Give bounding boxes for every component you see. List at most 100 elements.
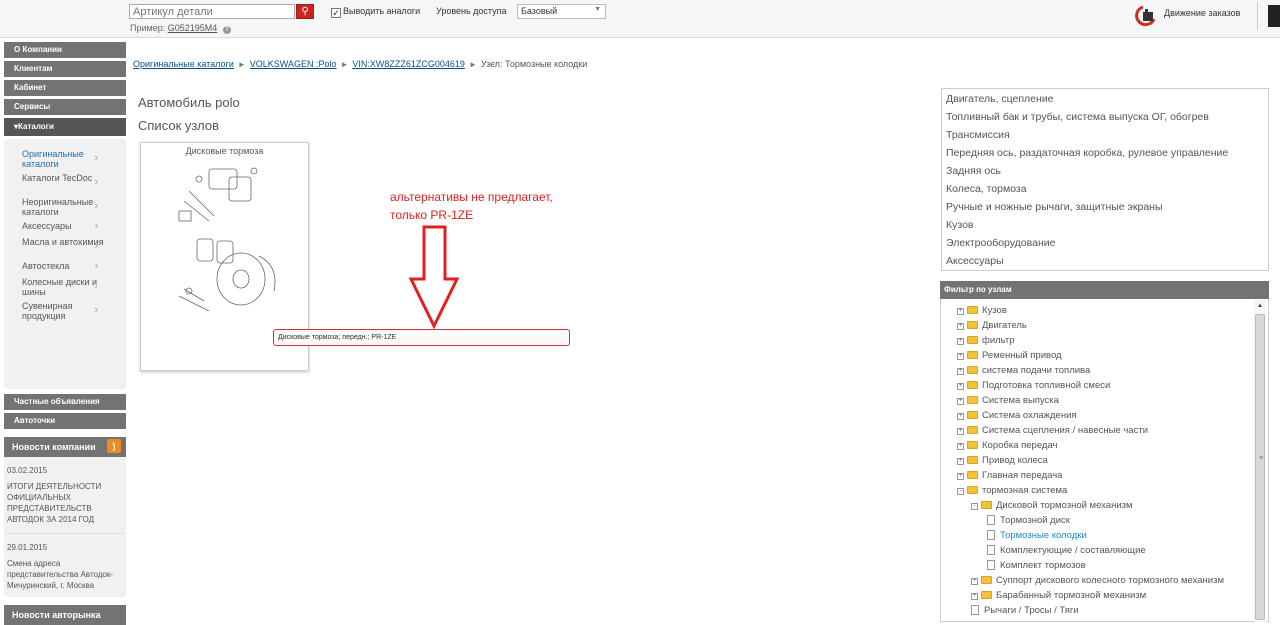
menu-item-catalogs[interactable]: ▾Каталоги xyxy=(4,118,126,136)
expand-icon[interactable]: + xyxy=(957,398,964,405)
tree-item-label: Кузов xyxy=(982,305,1007,316)
chevron-right-icon: › xyxy=(94,200,98,212)
access-level-select[interactable]: Базовый ▼ xyxy=(517,4,606,19)
tree-folder-item[interactable]: - тормозная система xyxy=(941,483,1268,498)
tree-folder-item[interactable]: + фильтр xyxy=(941,333,1268,348)
tree-leaf-item[interactable]: Комплектующие / составляющие xyxy=(941,543,1268,558)
menu-item-clients[interactable]: Клиентам xyxy=(4,61,126,77)
brake-diagram-image[interactable] xyxy=(169,161,289,311)
sub-item-wheels[interactable]: Колесные диски и шины › xyxy=(4,277,126,301)
tree-leaf-item[interactable]: Комплект тормозов xyxy=(941,558,1268,573)
group-item[interactable]: Электрооборудование xyxy=(946,234,1264,252)
expand-icon[interactable]: + xyxy=(957,308,964,315)
menu-item-autopoints[interactable]: Автоточки xyxy=(4,413,126,429)
expand-icon[interactable]: + xyxy=(957,428,964,435)
folder-icon xyxy=(967,486,978,494)
tree-folder-item[interactable]: + система подачи топлива xyxy=(941,363,1268,378)
group-item[interactable]: Задняя ось xyxy=(946,162,1264,180)
scroll-up-icon[interactable]: ▲ xyxy=(1254,300,1266,312)
chevron-right-icon: › xyxy=(94,220,98,232)
expand-icon[interactable]: + xyxy=(957,458,964,465)
breadcrumb-original-catalogs[interactable]: Оригинальные каталоги xyxy=(133,59,234,69)
folder-icon xyxy=(967,411,978,419)
breadcrumb-model[interactable]: VOLKSWAGEN :Polo xyxy=(250,59,337,69)
cart-icon[interactable] xyxy=(1268,5,1280,27)
rss-icon[interactable]: ) xyxy=(107,439,121,453)
tree-folder-item[interactable]: + Двигатель xyxy=(941,318,1268,333)
tree-item-label: Тормозные колодки xyxy=(1000,530,1087,541)
tree-folder-item[interactable]: + Барабанный тормозной механизм xyxy=(941,588,1268,603)
expand-icon[interactable]: + xyxy=(957,383,964,390)
search-button[interactable]: ⚲ xyxy=(296,4,314,19)
expand-icon[interactable]: + xyxy=(957,353,964,360)
tree-folder-item[interactable]: + Система сцепления / навесные части xyxy=(941,423,1268,438)
sub-item-tecdoc[interactable]: Каталоги TecDoc › xyxy=(4,173,126,197)
folder-icon xyxy=(981,591,992,599)
group-item[interactable]: Двигатель, сцепление xyxy=(946,90,1264,108)
news-link[interactable]: Смена адреса представительства Автодок-М… xyxy=(7,558,124,591)
access-level-value: Базовый xyxy=(521,6,558,16)
checkbox-icon[interactable]: ✓ xyxy=(331,8,341,18)
sub-item-souvenirs[interactable]: Сувенирная продукция › xyxy=(4,301,126,325)
collapse-icon[interactable]: - xyxy=(971,503,978,510)
expand-icon[interactable]: + xyxy=(971,593,978,600)
example-link[interactable]: G052195M4 xyxy=(168,23,218,33)
sub-item-accessories[interactable]: Аксессуары › xyxy=(4,221,126,237)
help-icon[interactable]: ? xyxy=(222,26,231,34)
show-analogs-checkbox[interactable]: ✓ Выводить аналоги xyxy=(331,6,420,18)
annotation-line: только PR-1ZE xyxy=(390,208,474,222)
menu-item-about[interactable]: О Компании xyxy=(4,42,126,58)
menu-item-cabinet[interactable]: Кабинет xyxy=(4,80,126,96)
tree-leaf-item[interactable]: Рычаги / Тросы / Тяги xyxy=(941,603,1268,618)
document-icon xyxy=(987,545,995,555)
node-filter-tree: + Кузов + Двигатель + фильтр + Ременный привод +… xyxy=(940,299,1269,622)
expand-icon[interactable]: + xyxy=(957,338,964,345)
tree-folder-item[interactable]: + Система охлаждения xyxy=(941,408,1268,423)
group-item[interactable]: Трансмиссия xyxy=(946,126,1264,144)
menu-item-services[interactable]: Сервисы xyxy=(4,99,126,115)
sub-item-glass[interactable]: Автостекла › xyxy=(4,261,126,277)
tree-folder-item[interactable]: + Система выпуска xyxy=(941,393,1268,408)
tree-folder-item[interactable]: + Главная передача xyxy=(941,468,1268,483)
expand-icon[interactable]: + xyxy=(957,368,964,375)
left-sidebar: О Компании Клиентам Кабинет Сервисы ▾Кат… xyxy=(4,42,126,625)
tree-folder-item[interactable]: + Привод колеса xyxy=(941,453,1268,468)
orders-icon[interactable] xyxy=(1133,4,1157,28)
expand-icon[interactable]: + xyxy=(957,413,964,420)
tree-leaf-item[interactable]: Тормозной диск xyxy=(941,513,1268,528)
tree-folder-item[interactable]: + Суппорт дискового колесного тормозного … xyxy=(941,573,1268,588)
menu-item-private-ads[interactable]: Частные объявления xyxy=(4,394,126,410)
expand-icon[interactable]: + xyxy=(957,473,964,480)
tree-leaf-item[interactable]: Тормозные колодки xyxy=(941,528,1268,543)
group-item[interactable]: Колеса, тормоза xyxy=(946,180,1264,198)
breadcrumb-vin[interactable]: VIN:XW8ZZZ61ZCG004619 xyxy=(352,59,465,69)
sub-item-nonoriginal-catalogs[interactable]: Неоригинальные каталоги › xyxy=(4,197,126,221)
group-item[interactable]: Аксессуары xyxy=(946,252,1264,270)
collapse-icon[interactable]: - xyxy=(957,488,964,495)
expand-icon[interactable]: + xyxy=(957,323,964,330)
tree-item-label: фильтр xyxy=(982,335,1015,346)
divider xyxy=(1257,2,1258,30)
tree-folder-item[interactable]: + Кузов xyxy=(941,303,1268,318)
expand-icon[interactable]: + xyxy=(957,443,964,450)
sub-item-oils[interactable]: Масла и автохимия › xyxy=(4,237,126,261)
menu-item-label: Автоточки xyxy=(14,416,56,425)
group-item[interactable]: Топливный бак и трубы, система выпуска О… xyxy=(946,108,1264,126)
sub-item-label: Сувенирная продукция xyxy=(22,301,73,321)
orders-movement-link[interactable]: Движение заказов xyxy=(1164,8,1240,18)
market-news-header: Новости авторынка xyxy=(4,605,126,625)
group-item[interactable]: Кузов xyxy=(946,216,1264,234)
tree-folder-item[interactable]: + Ременный привод xyxy=(941,348,1268,363)
expand-icon[interactable]: + xyxy=(971,578,978,585)
group-item[interactable]: Ручные и ножные рычаги, защитные экраны xyxy=(946,198,1264,216)
sub-item-original-catalogs[interactable]: Оригинальные каталоги › xyxy=(4,149,126,173)
part-number-search-input[interactable] xyxy=(129,4,295,19)
group-item[interactable]: Передняя ось, раздаточная коробка, рулев… xyxy=(946,144,1264,162)
tree-folder-item[interactable]: - Дисковой тормозной механизм xyxy=(941,498,1268,513)
menu-item-label: Частные объявления xyxy=(14,397,100,406)
tree-folder-item[interactable]: + Коробка передач xyxy=(941,438,1268,453)
tree-scrollbar[interactable]: ▲ ≡ xyxy=(1254,300,1266,622)
scroll-thumb[interactable]: ≡ xyxy=(1255,314,1265,620)
news-link[interactable]: ИТОГИ ДЕЯТЕЛЬНОСТИ ОФИЦИАЛЬНЫХ ПРЕДСТАВИ… xyxy=(7,481,124,525)
tree-folder-item[interactable]: + Подготовка топливной смеси xyxy=(941,378,1268,393)
